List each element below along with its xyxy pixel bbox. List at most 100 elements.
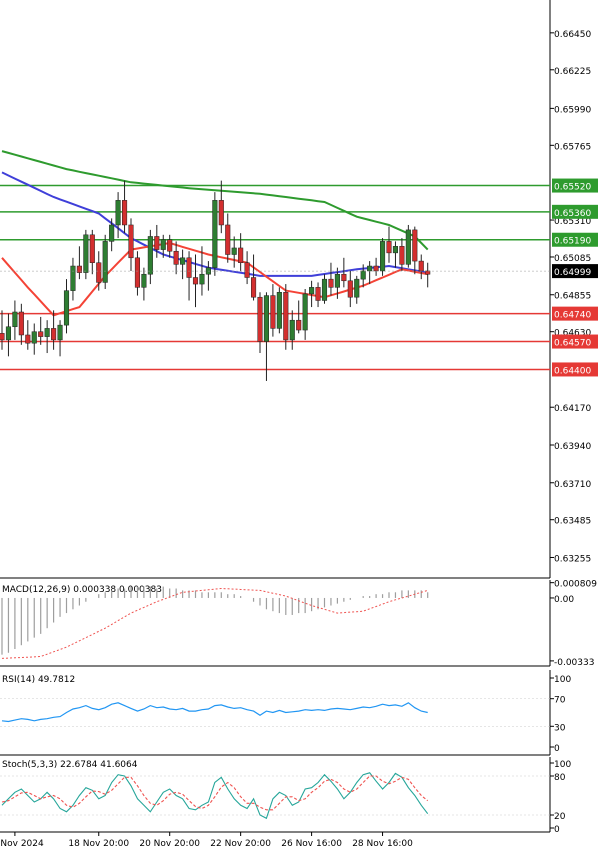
y-tick-label: -0.00333	[554, 658, 594, 668]
candle	[102, 234, 108, 289]
candle	[0, 310, 5, 350]
candle	[231, 236, 237, 268]
candle	[238, 233, 244, 271]
candle	[302, 289, 308, 340]
y-tick-label: 0.64855	[554, 292, 591, 302]
y-tick-label: 80	[554, 773, 566, 783]
candle	[263, 292, 269, 381]
candle	[205, 261, 211, 291]
level-label: 0.64740	[554, 311, 591, 321]
forex-chart: 0.664500.662250.659900.657650.653100.650…	[0, 0, 598, 847]
candle-body	[57, 324, 63, 341]
y-tick-label: 0.00	[554, 595, 574, 605]
candle-body	[276, 292, 282, 329]
candle-body	[115, 200, 121, 226]
macd-panel: 0.0008090.00-0.00333MACD(12,26,9) 0.0003…	[0, 580, 597, 668]
candle	[321, 274, 328, 304]
candle	[270, 284, 276, 337]
candle-body	[328, 278, 334, 288]
y-tick-label: 20	[554, 812, 566, 822]
y-tick-label: 0.63255	[554, 554, 591, 564]
candle-body	[302, 293, 308, 331]
candle	[212, 192, 218, 276]
y-tick-label: 0.63485	[554, 517, 591, 527]
y-tick-label: 0.65990	[554, 105, 591, 115]
level-label: 0.65190	[554, 237, 591, 247]
candle	[218, 180, 224, 234]
candle	[289, 310, 295, 350]
candle-body	[418, 260, 424, 272]
candle	[167, 234, 173, 258]
candle	[44, 320, 50, 354]
candle	[347, 270, 353, 308]
candle-body	[315, 287, 321, 301]
candle	[315, 282, 321, 308]
candle-body	[160, 239, 166, 250]
candle-body	[218, 200, 224, 226]
candle-body	[102, 241, 108, 283]
candle-body	[257, 296, 263, 342]
candle-body	[354, 278, 360, 298]
candle-body	[141, 273, 147, 288]
y-tick-label: 0.65085	[554, 254, 591, 264]
level-label: 0.64570	[554, 339, 591, 349]
y-tick-label: 0	[554, 825, 560, 835]
candle	[76, 246, 82, 280]
candle	[373, 257, 379, 276]
candle-body	[270, 295, 276, 329]
candle	[18, 303, 24, 345]
x-tick-label: 15 Nov 2024	[0, 839, 44, 847]
rsi-line	[1, 702, 428, 723]
candle-body	[154, 236, 160, 250]
candle-body	[192, 277, 199, 285]
candle	[392, 241, 398, 268]
candle	[25, 320, 31, 350]
candle	[309, 280, 315, 308]
candle-body	[251, 277, 257, 298]
candle-body	[309, 287, 315, 295]
candle-body	[147, 236, 153, 275]
candle-body	[31, 331, 37, 344]
candle-body	[44, 328, 50, 337]
candle	[399, 238, 405, 271]
candle-body	[12, 311, 18, 328]
candle	[257, 292, 263, 354]
candle	[412, 226, 418, 275]
candle-body	[89, 234, 95, 263]
candle-body	[425, 270, 431, 275]
y-tick-label: 100	[554, 760, 571, 770]
candle-body	[186, 257, 192, 278]
candle	[296, 300, 302, 334]
candle-body	[244, 262, 250, 278]
candle-body	[128, 224, 134, 259]
x-tick-label: 28 Nov 16:00	[352, 839, 413, 847]
candle-body	[225, 224, 231, 255]
candle-body	[83, 234, 89, 273]
x-tick-label: 18 Nov 20:00	[68, 839, 129, 847]
candle-body	[263, 295, 269, 342]
candle	[425, 262, 431, 288]
candle	[354, 275, 360, 304]
candle-body	[392, 246, 398, 254]
price-panel: 0.664500.662250.659900.657650.653100.650…	[0, 0, 598, 579]
candle-body	[341, 273, 347, 282]
y-tick-label: 0.65765	[554, 142, 591, 152]
candle	[386, 226, 392, 263]
y-tick-label: 0.63710	[554, 480, 591, 490]
candle	[251, 254, 257, 301]
candle	[367, 261, 373, 285]
candle-body	[373, 265, 379, 272]
candle-body	[231, 247, 237, 255]
candle	[418, 254, 424, 280]
stoch-signal-line	[1, 775, 429, 811]
candle	[115, 192, 121, 239]
candle-body	[51, 328, 57, 341]
candle	[180, 249, 186, 280]
candle-body	[134, 257, 140, 288]
candle-body	[25, 334, 31, 344]
level-label: 0.65360	[554, 209, 591, 219]
candle	[276, 287, 282, 334]
candle-body	[405, 229, 411, 265]
stoch-title: Stoch(5,3,3) 22.6784 41.6064	[2, 760, 138, 770]
candle-body	[399, 246, 405, 265]
